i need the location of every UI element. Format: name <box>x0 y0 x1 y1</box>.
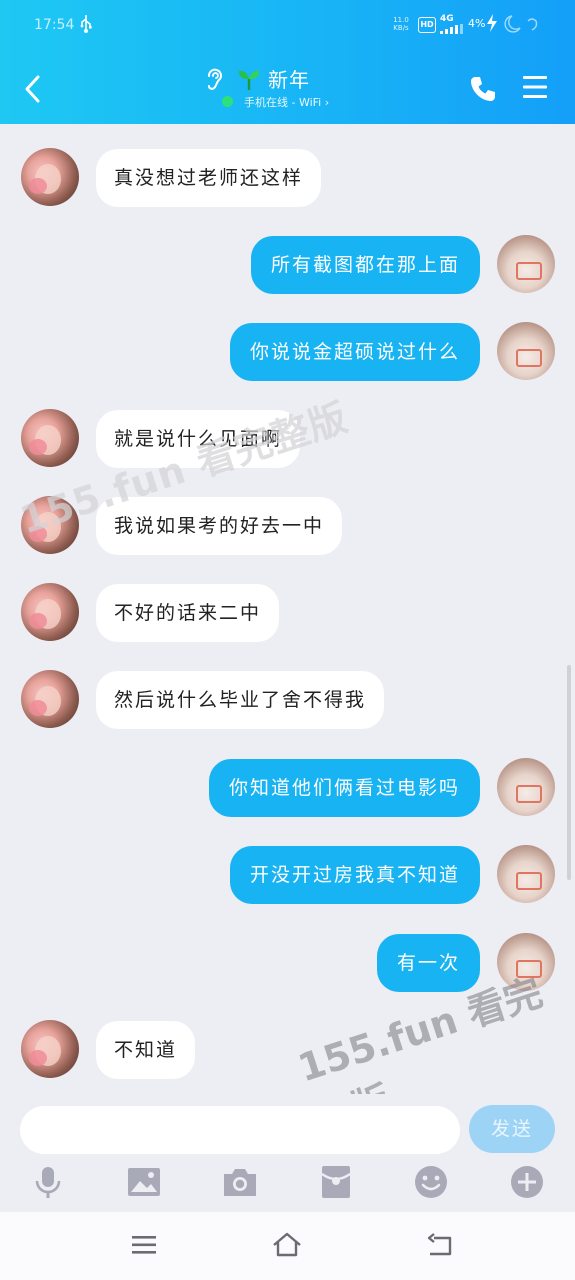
menu-lines-icon[interactable] <box>128 1230 160 1260</box>
my-avatar[interactable] <box>497 322 555 380</box>
back-icon[interactable] <box>424 1230 456 1260</box>
contact-name[interactable]: 新年 <box>268 64 310 93</box>
emoji-icon[interactable] <box>413 1164 449 1200</box>
message-row: 不知道 <box>0 1020 575 1080</box>
chevron-left-icon[interactable] <box>22 74 44 104</box>
message-bubble-incoming[interactable]: 然后说什么毕业了舍不得我 <box>96 671 385 729</box>
status-time: 17:54 <box>34 17 75 33</box>
message-row: 真没想过老师还这样 <box>0 148 575 208</box>
usb-icon <box>80 15 92 33</box>
contact-avatar[interactable] <box>21 148 79 206</box>
message-bubble-outgoing[interactable]: 有一次 <box>376 934 480 992</box>
system-nav-bar <box>0 1212 575 1280</box>
sprout-icon <box>238 70 260 90</box>
phone-icon[interactable] <box>468 74 498 104</box>
message-row: 不好的话来二中 <box>0 583 575 643</box>
sticker-decoration-icon <box>504 15 538 33</box>
message-bubble-outgoing[interactable]: 所有截图都在那上面 <box>250 236 480 294</box>
scrollbar[interactable] <box>567 665 571 880</box>
message-input[interactable] <box>20 1106 460 1154</box>
message-row: 然后说什么毕业了舍不得我 <box>0 670 575 730</box>
message-row: 就是说什么见面啊 <box>0 409 575 469</box>
message-bubble-outgoing[interactable]: 开没开过房我真不知道 <box>229 846 480 904</box>
message-bubble-outgoing[interactable]: 你知道他们俩看过电影吗 <box>208 759 480 817</box>
input-bar: 发送 <box>0 1094 575 1212</box>
ear-icon[interactable] <box>203 66 225 92</box>
message-row: 所有截图都在那上面 <box>0 235 575 295</box>
my-avatar[interactable] <box>497 845 555 903</box>
contact-avatar[interactable] <box>21 409 79 467</box>
send-button[interactable]: 发送 <box>469 1105 555 1153</box>
online-status[interactable]: 手机在线 - WiFi › <box>244 94 329 110</box>
hd-badge: HD <box>418 17 436 33</box>
my-avatar[interactable] <box>497 933 555 991</box>
contact-avatar[interactable] <box>21 670 79 728</box>
message-row: 你说说金超硕说过什么 <box>0 322 575 382</box>
charging-bolt-icon <box>487 14 497 32</box>
message-row: 开没开过房我真不知道 <box>0 845 575 905</box>
online-status-dot <box>222 96 233 107</box>
hamburger-menu-icon[interactable] <box>521 74 549 100</box>
message-bubble-incoming[interactable]: 我说如果考的好去一中 <box>96 497 343 555</box>
message-bubble-incoming[interactable]: 不知道 <box>96 1021 196 1079</box>
contact-avatar[interactable] <box>21 1020 79 1078</box>
status-bar: 17:54 11.0 KB/s HD 4G 4% <box>0 0 575 52</box>
message-row: 我说如果考的好去一中 <box>0 496 575 556</box>
my-avatar[interactable] <box>497 758 555 816</box>
message-row: 有一次 <box>0 933 575 993</box>
message-bubble-outgoing[interactable]: 你说说金超硕说过什么 <box>229 323 480 381</box>
microphone-icon[interactable] <box>30 1164 66 1200</box>
signal-bars-icon <box>440 24 463 34</box>
message-bubble-incoming[interactable]: 真没想过老师还这样 <box>96 149 322 207</box>
my-avatar[interactable] <box>497 235 555 293</box>
battery-level: 4% <box>468 17 486 30</box>
message-row: 你知道他们俩看过电影吗 <box>0 758 575 818</box>
home-icon[interactable] <box>271 1230 303 1260</box>
contact-avatar[interactable] <box>21 496 79 554</box>
message-bubble-incoming[interactable]: 就是说什么见面啊 <box>96 410 301 468</box>
image-icon[interactable] <box>126 1164 162 1200</box>
contact-avatar[interactable] <box>21 583 79 641</box>
signal-type: 4G <box>440 14 454 24</box>
red-packet-icon[interactable] <box>318 1164 354 1200</box>
message-bubble-incoming[interactable]: 不好的话来二中 <box>96 584 280 642</box>
camera-icon[interactable] <box>222 1164 258 1200</box>
plus-icon[interactable] <box>509 1164 545 1200</box>
chat-header: 新年 手机在线 - WiFi › <box>0 52 575 124</box>
message-list[interactable]: 真没想过老师还这样 所有截图都在那上面 你说说金超硕说过什么 就是说什么见面啊 … <box>0 124 575 1094</box>
network-speed: 11.0 KB/s <box>393 16 409 32</box>
